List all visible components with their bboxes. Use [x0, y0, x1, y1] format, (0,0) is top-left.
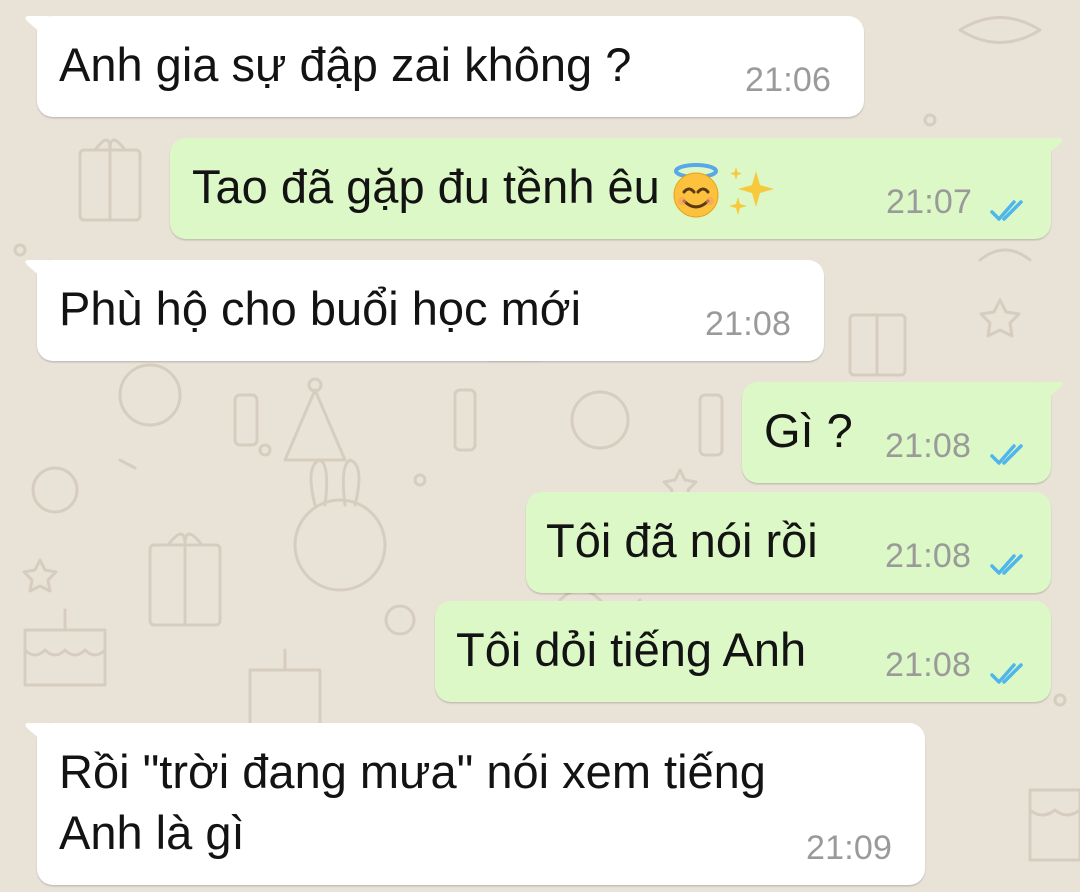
message-text-line: Tao đã gặp đu tềnh êu: [192, 155, 776, 219]
read-receipt-double-check-icon: [990, 663, 1023, 684]
message-text: Tôi đã nói rồi: [546, 514, 818, 567]
smiling-face-with-halo-icon: [668, 162, 724, 219]
bubble-tail: [25, 260, 49, 284]
bubble-tail: [25, 723, 49, 747]
message-bubble-outgoing[interactable]: Tôi đã nói rồi 21:08: [526, 492, 1051, 593]
message-timestamp: 21:08: [885, 537, 972, 575]
sparkles-icon: [724, 163, 776, 219]
bubble-tail: [25, 16, 49, 40]
bubble-tail: [1039, 138, 1063, 162]
message-timestamp: 21:08: [885, 646, 972, 684]
message-bubble-incoming[interactable]: Rồi "trời đang mưa" nói xem tiếng Anh là…: [25, 723, 925, 885]
message-bubble-outgoing[interactable]: Tôi dỏi tiếng Anh 21:08: [435, 601, 1051, 702]
message-bubble-incoming[interactable]: Phù hộ cho buổi học mới 21:08: [25, 260, 824, 361]
message-timestamp: 21:09: [806, 829, 893, 867]
message-text-line-2: Anh là gì: [59, 806, 245, 859]
message-bubble-incoming[interactable]: Anh gia sự đập zai không ? 21:06: [25, 16, 864, 117]
message-timestamp: 21:08: [885, 427, 972, 465]
message-text: Anh gia sự đập zai không ?: [59, 38, 632, 91]
message-bubble-outgoing[interactable]: Tao đã gặp đu tềnh êu 21:07: [170, 138, 1063, 239]
message-timestamp: 21:06: [745, 61, 832, 99]
read-receipt-double-check-icon: [990, 200, 1023, 221]
message-text: Gì ?: [764, 404, 853, 457]
message-bubble-outgoing[interactable]: Gì ? 21:08: [742, 382, 1063, 483]
read-receipt-double-check-icon: [990, 554, 1023, 575]
message-text: Tôi dỏi tiếng Anh: [456, 623, 807, 676]
read-receipt-double-check-icon: [990, 444, 1023, 465]
bubble-tail: [1039, 382, 1063, 406]
message-timestamp: 21:08: [705, 305, 792, 343]
message-timestamp: 21:07: [886, 183, 973, 221]
message-text-line-1: Rồi "trời đang mưa" nói xem tiếng: [59, 745, 766, 798]
message-text: Tao đã gặp đu tềnh êu: [192, 160, 660, 213]
message-text: Phù hộ cho buổi học mới: [59, 282, 582, 335]
